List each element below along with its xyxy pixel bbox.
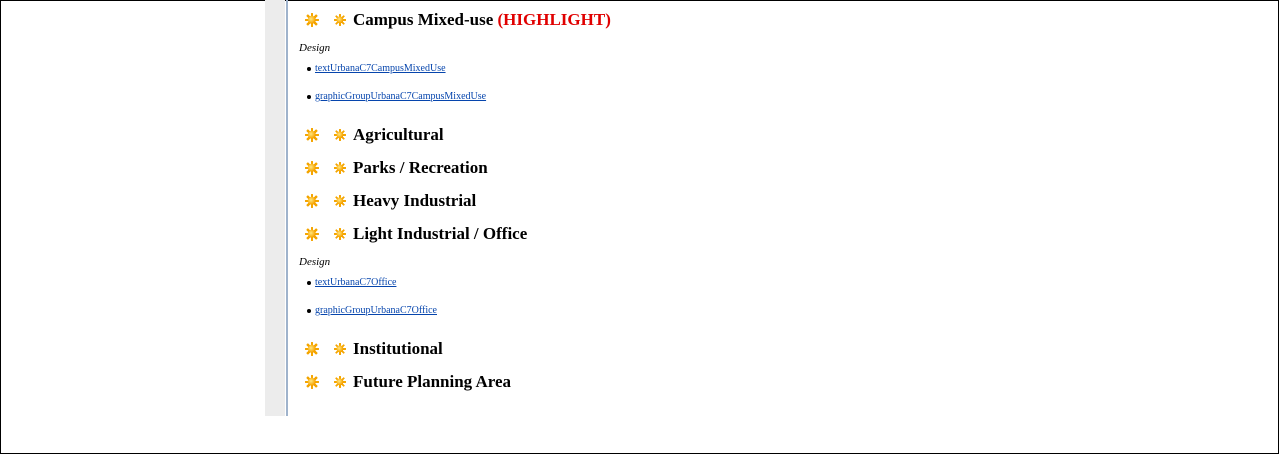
sun-icon[interactable]	[305, 127, 319, 142]
design-label: Design	[299, 42, 331, 54]
list-item: textUrbanaC7CampusMixedUse	[307, 62, 1193, 90]
list-item: graphicGroupUrbanaC7Office	[307, 304, 1193, 332]
sun-icon	[334, 161, 346, 174]
list-item: graphicGroupUrbanaC7CampusMixedUse	[307, 90, 1193, 118]
heading-label: Campus Mixed-use (HIGHLIGHT)	[353, 10, 611, 30]
design-block: Design textUrbanaC7CampusMixedUse graphi…	[293, 36, 1193, 118]
tree-guide-line	[286, 0, 288, 416]
sun-icon	[334, 375, 346, 388]
legend-heading-light-industrial-office[interactable]: Light Industrial / Office	[293, 217, 1193, 250]
design-link[interactable]: textUrbanaC7CampusMixedUse	[315, 63, 446, 74]
sun-icon[interactable]	[305, 160, 319, 175]
sun-icon[interactable]	[305, 226, 319, 241]
legend-heading-parks-recreation[interactable]: Parks / Recreation	[293, 151, 1193, 184]
design-link[interactable]: textUrbanaC7Office	[315, 277, 396, 288]
design-label: Design	[299, 256, 331, 268]
legend-heading-campus-mixed-use[interactable]: Campus Mixed-use (HIGHLIGHT)	[293, 3, 1193, 36]
sun-icon[interactable]	[305, 12, 319, 27]
heading-title: Agricultural	[353, 124, 444, 144]
highlight-tag: (HIGHLIGHT)	[497, 9, 611, 29]
legend-heading-agricultural[interactable]: Agricultural	[293, 118, 1193, 151]
legend-heading-heavy-industrial[interactable]: Heavy Industrial	[293, 184, 1193, 217]
design-link-list: textUrbanaC7CampusMixedUse graphicGroupU…	[293, 62, 1193, 118]
heading-title: Campus Mixed-use	[353, 9, 494, 29]
heading-title: Light Industrial / Office	[353, 223, 528, 243]
heading-title: Heavy Industrial	[353, 190, 477, 210]
sun-icon[interactable]	[305, 374, 319, 389]
design-block: Design textUrbanaC7Office graphicGroupUr…	[293, 250, 1193, 332]
design-link[interactable]: graphicGroupUrbanaC7Office	[315, 305, 437, 316]
sun-icon	[334, 342, 346, 355]
sun-icon	[334, 227, 346, 240]
design-link[interactable]: graphicGroupUrbanaC7CampusMixedUse	[315, 91, 486, 102]
list-item: textUrbanaC7Office	[307, 276, 1193, 304]
sun-icon[interactable]	[305, 193, 319, 208]
heading-title: Future Planning Area	[353, 371, 512, 391]
sun-icon[interactable]	[305, 341, 319, 356]
sun-icon	[334, 194, 346, 207]
legend-tree: Campus Mixed-use (HIGHLIGHT) Design text…	[293, 3, 1193, 398]
legend-heading-institutional[interactable]: Institutional	[293, 332, 1193, 365]
tree-gutter	[265, 0, 285, 416]
heading-title: Parks / Recreation	[353, 157, 488, 177]
legend-heading-future-planning-area[interactable]: Future Planning Area	[293, 365, 1193, 398]
sun-icon	[334, 128, 346, 141]
design-link-list: textUrbanaC7Office graphicGroupUrbanaC7O…	[293, 276, 1193, 332]
heading-title: Institutional	[353, 338, 443, 358]
sun-icon	[334, 13, 346, 26]
